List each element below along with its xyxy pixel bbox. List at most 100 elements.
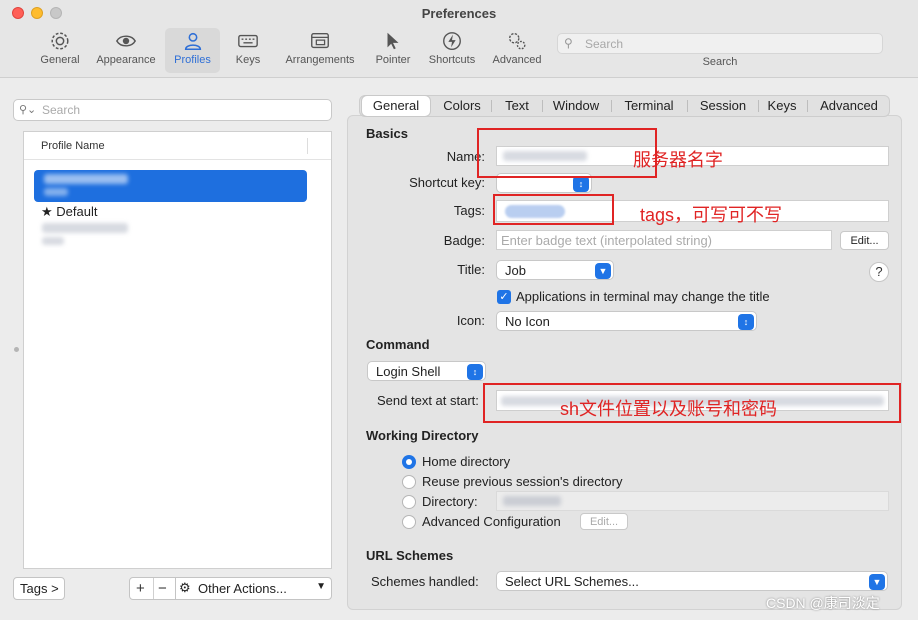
annotation-box-name (477, 128, 657, 178)
remove-profile-button[interactable]: − (158, 580, 167, 597)
window-title: Preferences (421, 6, 497, 21)
profile-search-placeholder: Search (42, 103, 81, 117)
url-schemes-popup[interactable]: Select URL Schemes... ▼ (496, 571, 888, 591)
profile-list[interactable]: Profile Name ★ Default (23, 131, 332, 569)
other-actions-menu[interactable]: ⚙ Other Actions... ▼ (175, 577, 332, 600)
toolbar-keys[interactable]: Keys (227, 30, 269, 72)
lightning-icon (425, 30, 479, 54)
split-view-handle[interactable] (14, 347, 19, 352)
toolbar-profiles-label: Profiles (174, 54, 211, 66)
search-icon: ⚲ (564, 36, 573, 50)
basics-heading: Basics (366, 126, 408, 141)
schemes-handled-label: Schemes handled: (371, 574, 479, 589)
tab-divider (542, 100, 543, 112)
chevron-down-icon: ▼ (595, 263, 611, 279)
toolbar-keys-label: Keys (235, 54, 261, 66)
profile-list-header[interactable]: Profile Name (24, 132, 331, 160)
advanced-configuration-edit-button[interactable]: Edit... (580, 513, 628, 530)
watermark: CSDN @康司淡定 (766, 595, 880, 611)
toolbar-profiles[interactable]: Profiles (165, 28, 220, 73)
annotation-name-note: 服务器名字 (633, 150, 723, 170)
toolbar-search-placeholder: Search (585, 37, 624, 51)
profile-row-default[interactable]: ★ Default (41, 204, 97, 220)
tab-divider (807, 100, 808, 112)
tab-colors[interactable]: Colors (434, 96, 490, 116)
profile-name-column-header: Profile Name (41, 140, 105, 152)
annotation-tags-note: tags，可写可不写 (640, 205, 783, 225)
toolbar-pointer-label: Pointer (375, 54, 411, 66)
profile-row-selected[interactable] (34, 170, 307, 202)
gear-icon: ⚙ (179, 580, 191, 595)
tab-session[interactable]: Session (691, 96, 755, 116)
command-type-popup[interactable]: Login Shell ↕ (367, 361, 486, 381)
title-popup[interactable]: Job ▼ (496, 260, 614, 280)
toolbar-appearance-label: Appearance (96, 54, 156, 66)
keyboard-icon (227, 30, 269, 54)
command-heading: Command (366, 337, 430, 352)
tab-divider (758, 100, 759, 112)
tags-button[interactable]: Tags > (13, 577, 65, 600)
profile-search-input[interactable]: ⚲⌄ Search (13, 99, 332, 121)
tab-divider (491, 100, 492, 112)
redacted-directory (503, 496, 561, 506)
stepper-chevron-icon: ↕ (738, 314, 754, 330)
chevron-down-icon: ▼ (869, 574, 885, 590)
directory-field[interactable] (496, 491, 889, 511)
badge-edit-button[interactable]: Edit... (840, 231, 889, 250)
search-icon: ⚲⌄ (19, 104, 37, 116)
window-icon (281, 30, 359, 54)
toolbar-arrangements-label: Arrangements (285, 54, 355, 66)
stepper-chevron-icon: ↕ (573, 176, 589, 192)
person-icon (165, 30, 220, 54)
title-change-checkbox-label[interactable]: Applications in terminal may change the … (516, 289, 770, 304)
icon-label: Icon: (456, 313, 485, 328)
toolbar-appearance[interactable]: Appearance (92, 30, 160, 72)
add-profile-button[interactable]: + (136, 580, 145, 597)
help-icon[interactable]: ? (869, 262, 889, 282)
toolbar-advanced-label: Advanced (492, 54, 542, 66)
reuse-directory-radio[interactable] (402, 475, 416, 489)
tab-window[interactable]: Window (546, 96, 606, 116)
toolbar-shortcuts[interactable]: Shortcuts (425, 30, 479, 72)
advanced-configuration-radio[interactable] (402, 515, 416, 529)
toolbar-advanced[interactable]: Advanced (489, 30, 545, 72)
toolbar-search-field[interactable]: ⚲ Search (557, 33, 883, 54)
title-change-checkbox[interactable]: ✓ (497, 290, 511, 304)
icon-popup[interactable]: No Icon ↕ (496, 311, 757, 331)
tab-advanced[interactable]: Advanced (810, 96, 888, 116)
column-divider (307, 138, 308, 154)
redacted-profile-name (44, 174, 128, 184)
annotation-send-text-note: sh文件位置以及账号和密码 (560, 399, 778, 419)
redacted-profile-tag (44, 188, 68, 196)
reuse-directory-label[interactable]: Reuse previous session's directory (422, 474, 622, 489)
tab-divider (611, 100, 612, 112)
redacted-profile-name[interactable] (42, 223, 128, 233)
tab-terminal[interactable]: Terminal (615, 96, 683, 116)
toolbar-shortcuts-label: Shortcuts (428, 54, 476, 66)
tab-keys[interactable]: Keys (761, 96, 803, 116)
directory-radio[interactable] (402, 495, 416, 509)
eye-icon (92, 30, 160, 54)
tags-label: Tags: (453, 203, 485, 218)
redacted-profile-tag (42, 237, 64, 245)
chevron-down-icon: ▼ (316, 581, 326, 592)
gear-icon (36, 30, 84, 54)
send-text-label: Send text at start: (377, 393, 479, 408)
toolbar-general-label: General (40, 54, 80, 66)
toolbar-arrangements[interactable]: Arrangements (281, 30, 359, 72)
toolbar-general[interactable]: General (36, 30, 84, 72)
badge-label: Badge: (443, 233, 485, 248)
home-directory-radio[interactable] (402, 455, 416, 469)
pointer-icon (372, 30, 414, 54)
tab-general[interactable]: General (362, 96, 430, 116)
badge-field[interactable]: Enter badge text (interpolated string) (496, 230, 832, 250)
stepper-chevron-icon: ↕ (467, 364, 483, 380)
tab-text[interactable]: Text (494, 96, 540, 116)
tab-divider (687, 100, 688, 112)
annotation-box-tags (493, 194, 614, 225)
directory-label[interactable]: Directory: (422, 494, 478, 509)
toolbar-pointer[interactable]: Pointer (372, 30, 414, 72)
home-directory-label[interactable]: Home directory (422, 454, 510, 469)
advanced-configuration-label[interactable]: Advanced Configuration (422, 514, 561, 529)
gears-icon (489, 30, 545, 54)
